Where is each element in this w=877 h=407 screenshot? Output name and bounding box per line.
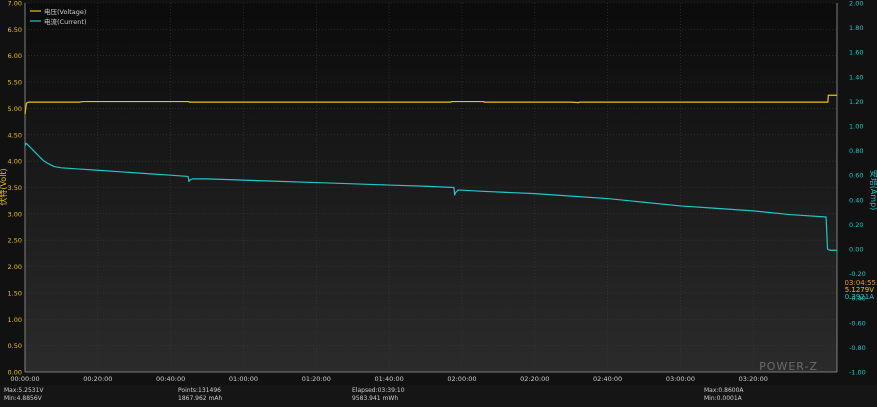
left-tick-label: 3.00: [8, 210, 22, 218]
x-tick-label: 02:40:00: [593, 375, 622, 383]
right-tick-label: 1.20: [849, 98, 863, 106]
left-axis-label: 伏特(Volt): [0, 168, 8, 205]
left-tick-label: 6.50: [8, 26, 22, 34]
stat-energy: 9583.941 mWh: [352, 395, 399, 402]
right-tick-label: -0.80: [849, 344, 866, 352]
right-tick-label: 1.00: [849, 123, 863, 131]
right-tick-label: 1.60: [849, 49, 863, 57]
stat-elapsed: Elapsed:03:39:10: [352, 387, 405, 394]
chart-root: 0.00 0.50 1.00 1.50 2.00 2.50 3.00 3.50 4.00 4.50…: [0, 0, 877, 407]
right-tick-label: 2.00: [849, 0, 863, 8]
left-tick-label: 4.50: [8, 131, 22, 139]
right-tick-label: 0.00: [849, 246, 863, 254]
right-tick-label: 0.40: [849, 196, 863, 204]
left-tick-label: 5.50: [8, 79, 22, 87]
left-tick-label: 4.00: [8, 158, 22, 166]
right-tick-label: 1.40: [849, 73, 863, 81]
left-tick-label: 2.50: [8, 237, 22, 245]
left-tick-label: 6.00: [8, 52, 22, 60]
x-tick-label: 01:00:00: [229, 375, 258, 383]
x-tick-label: 00:40:00: [156, 375, 185, 383]
x-tick-label: 02:20:00: [520, 375, 549, 383]
stat-min-current: Min:0.0001A: [704, 395, 742, 402]
right-tick-label: -1.00: [849, 369, 866, 377]
x-tick-label: 00:00:00: [10, 375, 39, 383]
x-tick-label: 03:00:00: [666, 375, 695, 383]
left-tick-label: 2.00: [8, 263, 22, 271]
left-tick-label: 7.00: [8, 0, 22, 8]
right-tick-label: -0.60: [849, 319, 866, 327]
right-tick-label: 0.20: [849, 221, 863, 229]
left-tick-label: 0.50: [8, 342, 22, 350]
right-tick-label: 1.80: [849, 24, 863, 32]
x-tick-label: 01:40:00: [375, 375, 404, 383]
stat-max-voltage: Max:5.2531V: [4, 387, 44, 394]
left-tick-label: 3.50: [8, 184, 22, 192]
right-tick-label: 0.60: [849, 172, 863, 180]
cursor-readout: 03:04:55 5.1279V 0.3921A: [845, 279, 876, 301]
cursor-current: 0.3921A: [845, 293, 874, 301]
stat-max-current: Max:0.8600A: [704, 387, 744, 394]
left-tick-label: 1.00: [8, 316, 22, 324]
left-tick-label: 1.50: [8, 289, 22, 297]
stat-min-voltage: Min:4.8856V: [4, 395, 42, 402]
stat-points: Points:131496: [178, 387, 221, 394]
right-tick-label: -0.20: [849, 270, 866, 278]
x-tick-label: 01:20:00: [302, 375, 331, 383]
left-tick-label: 5.00: [8, 105, 22, 113]
x-tick-label: 03:20:00: [739, 375, 768, 383]
stat-capacity: 1867.962 mAh: [178, 395, 223, 402]
legend-label-current: 电流(Current): [44, 17, 87, 26]
right-tick-label: 0.80: [849, 147, 863, 155]
x-tick-label: 00:20:00: [83, 375, 112, 383]
left-axis-ticks: 0.000.501.001.502.002.503.003.504.004.50…: [8, 0, 22, 377]
watermark: POWER-Z: [759, 360, 818, 373]
x-tick-label: 02:00:00: [447, 375, 476, 383]
legend-label-voltage: 电压(Voltage): [44, 7, 86, 16]
stats-bar: Max:5.2531V Min:4.8856V Points:131496 18…: [0, 385, 877, 407]
right-axis-label: 安培(Amp): [869, 170, 877, 211]
voltage-current-chart: 0.00 0.50 1.00 1.50 2.00 2.50 3.00 3.50 4.00 4.50…: [0, 0, 877, 385]
